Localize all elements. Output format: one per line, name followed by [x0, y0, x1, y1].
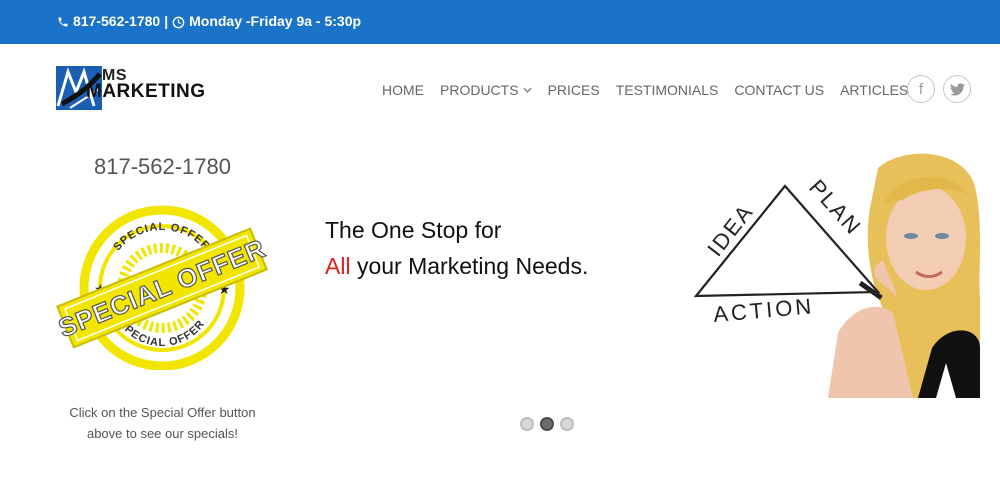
- slider-pagination: [520, 417, 574, 431]
- special-offer-stamp[interactable]: ★ ★ SPECIAL OFFER SPECIAL OFFER SPECIAL …: [54, 190, 270, 370]
- nav-testimonials-label: TESTIMONIALS: [615, 82, 719, 98]
- nav-prices[interactable]: PRICES: [548, 82, 600, 98]
- social-links: f: [907, 75, 971, 103]
- logo-text-marketing: MARKETING: [86, 81, 206, 102]
- nav-products-label: PRODUCTS: [440, 82, 519, 98]
- phone-icon: [57, 13, 69, 29]
- topbar-hours: Monday -Friday 9a - 5:30p: [189, 13, 362, 29]
- top-info-bar: 817-562-1780 | Monday -Friday 9a - 5:30p: [0, 0, 1000, 44]
- hero-line-2: All your Marketing Needs.: [325, 248, 588, 284]
- hero-image: IDEA PLAN ACTION: [688, 148, 980, 398]
- nav-prices-label: PRICES: [547, 82, 600, 98]
- facebook-button[interactable]: f: [907, 75, 935, 103]
- facebook-icon: f: [918, 80, 924, 98]
- sidebar-phone[interactable]: 817-562-1780: [50, 154, 275, 180]
- hero-line-2-rest: your Marketing Needs.: [350, 253, 589, 279]
- nav-contact-us-label: CONTACT US: [734, 82, 825, 98]
- slider-dot-2[interactable]: [540, 417, 554, 431]
- nav-articles-label: ARTICLES: [840, 82, 909, 98]
- nav-products[interactable]: PRODUCTS: [440, 82, 532, 98]
- nav-testimonials[interactable]: TESTIMONIALS: [616, 82, 719, 98]
- slider-dot-3[interactable]: [560, 417, 574, 431]
- site-logo[interactable]: MS MARKETING: [56, 66, 236, 110]
- nav-home-label: HOME: [382, 82, 424, 98]
- twitter-icon: [949, 82, 965, 95]
- contact-info: 817-562-1780 | Monday -Friday 9a - 5:30p: [57, 13, 361, 29]
- special-offer-caption: Click on the Special Offer button above …: [69, 405, 256, 441]
- main-nav: HOME PRODUCTS PRICES TESTIMONIALS CONTAC…: [382, 82, 924, 98]
- slider-dot-1[interactable]: [520, 417, 534, 431]
- nav-articles[interactable]: ARTICLES: [840, 82, 908, 98]
- hero-highlight-all: All: [325, 253, 351, 279]
- topbar-phone[interactable]: 817-562-1780: [73, 13, 160, 29]
- twitter-button[interactable]: [943, 75, 971, 103]
- chevron-down-icon: [523, 87, 532, 93]
- nav-contact-us[interactable]: CONTACT US: [734, 82, 824, 98]
- topbar-separator: |: [164, 13, 169, 29]
- clock-icon: [172, 13, 185, 29]
- hero-line-1: The One Stop for: [325, 217, 502, 243]
- nav-home[interactable]: HOME: [382, 82, 424, 98]
- site-header: MS MARKETING HOME PRODUCTS PRICES TESTIM…: [0, 44, 1000, 134]
- hero-headline: The One Stop for All your Marketing Need…: [325, 212, 588, 284]
